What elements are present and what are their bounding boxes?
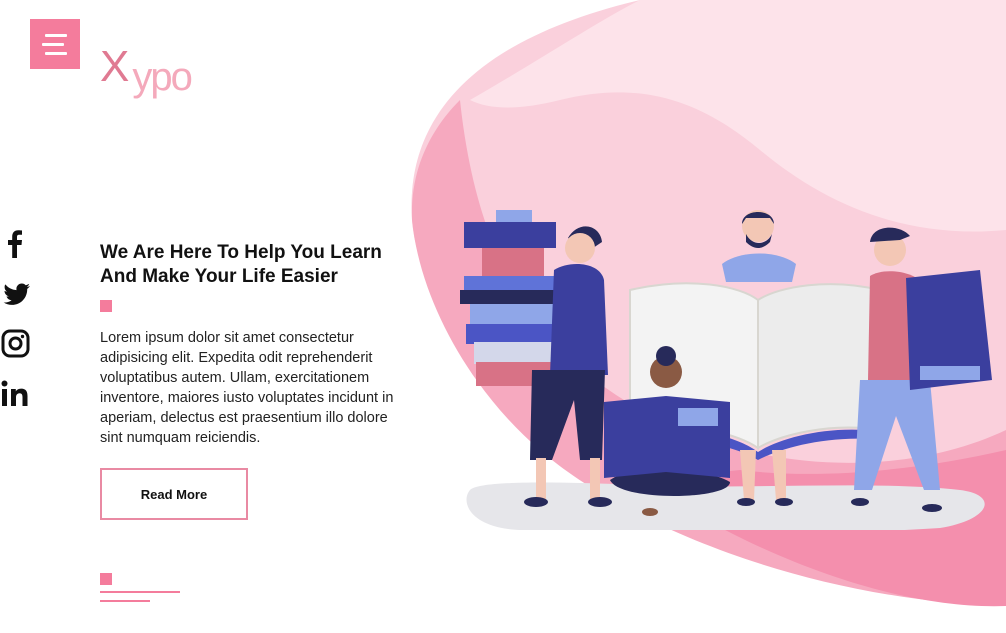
person-standing-right: [851, 227, 992, 512]
facebook-icon[interactable]: [0, 228, 32, 260]
decor-line-short: [100, 600, 150, 602]
hero-description: Lorem ipsum dolor sit amet consectetur a…: [100, 330, 394, 446]
decor-line-long: [100, 591, 180, 593]
hero-illustration: [460, 210, 992, 530]
linkedin-icon[interactable]: [0, 378, 32, 410]
headline-line-2: And Make Your Life Easier: [100, 266, 338, 287]
decor-square: [100, 573, 112, 585]
instagram-icon[interactable]: [0, 328, 32, 360]
hamburger-line: [45, 52, 67, 55]
hero-headline: We Are Here To Help You Learn And Make Y…: [100, 241, 420, 289]
logo-rest: ypo: [132, 55, 192, 99]
book-stack: [460, 210, 562, 386]
accent-square: [100, 300, 112, 312]
menu-button[interactable]: [30, 19, 80, 69]
read-more-button[interactable]: Read More: [100, 468, 248, 520]
hamburger-line: [42, 43, 64, 46]
hamburger-icon: [45, 34, 67, 37]
twitter-icon[interactable]: [0, 278, 32, 310]
logo-x: X: [100, 42, 129, 91]
brand-logo[interactable]: Xypo: [100, 42, 193, 99]
headline-line-1: We Are Here To Help You Learn: [100, 242, 382, 263]
